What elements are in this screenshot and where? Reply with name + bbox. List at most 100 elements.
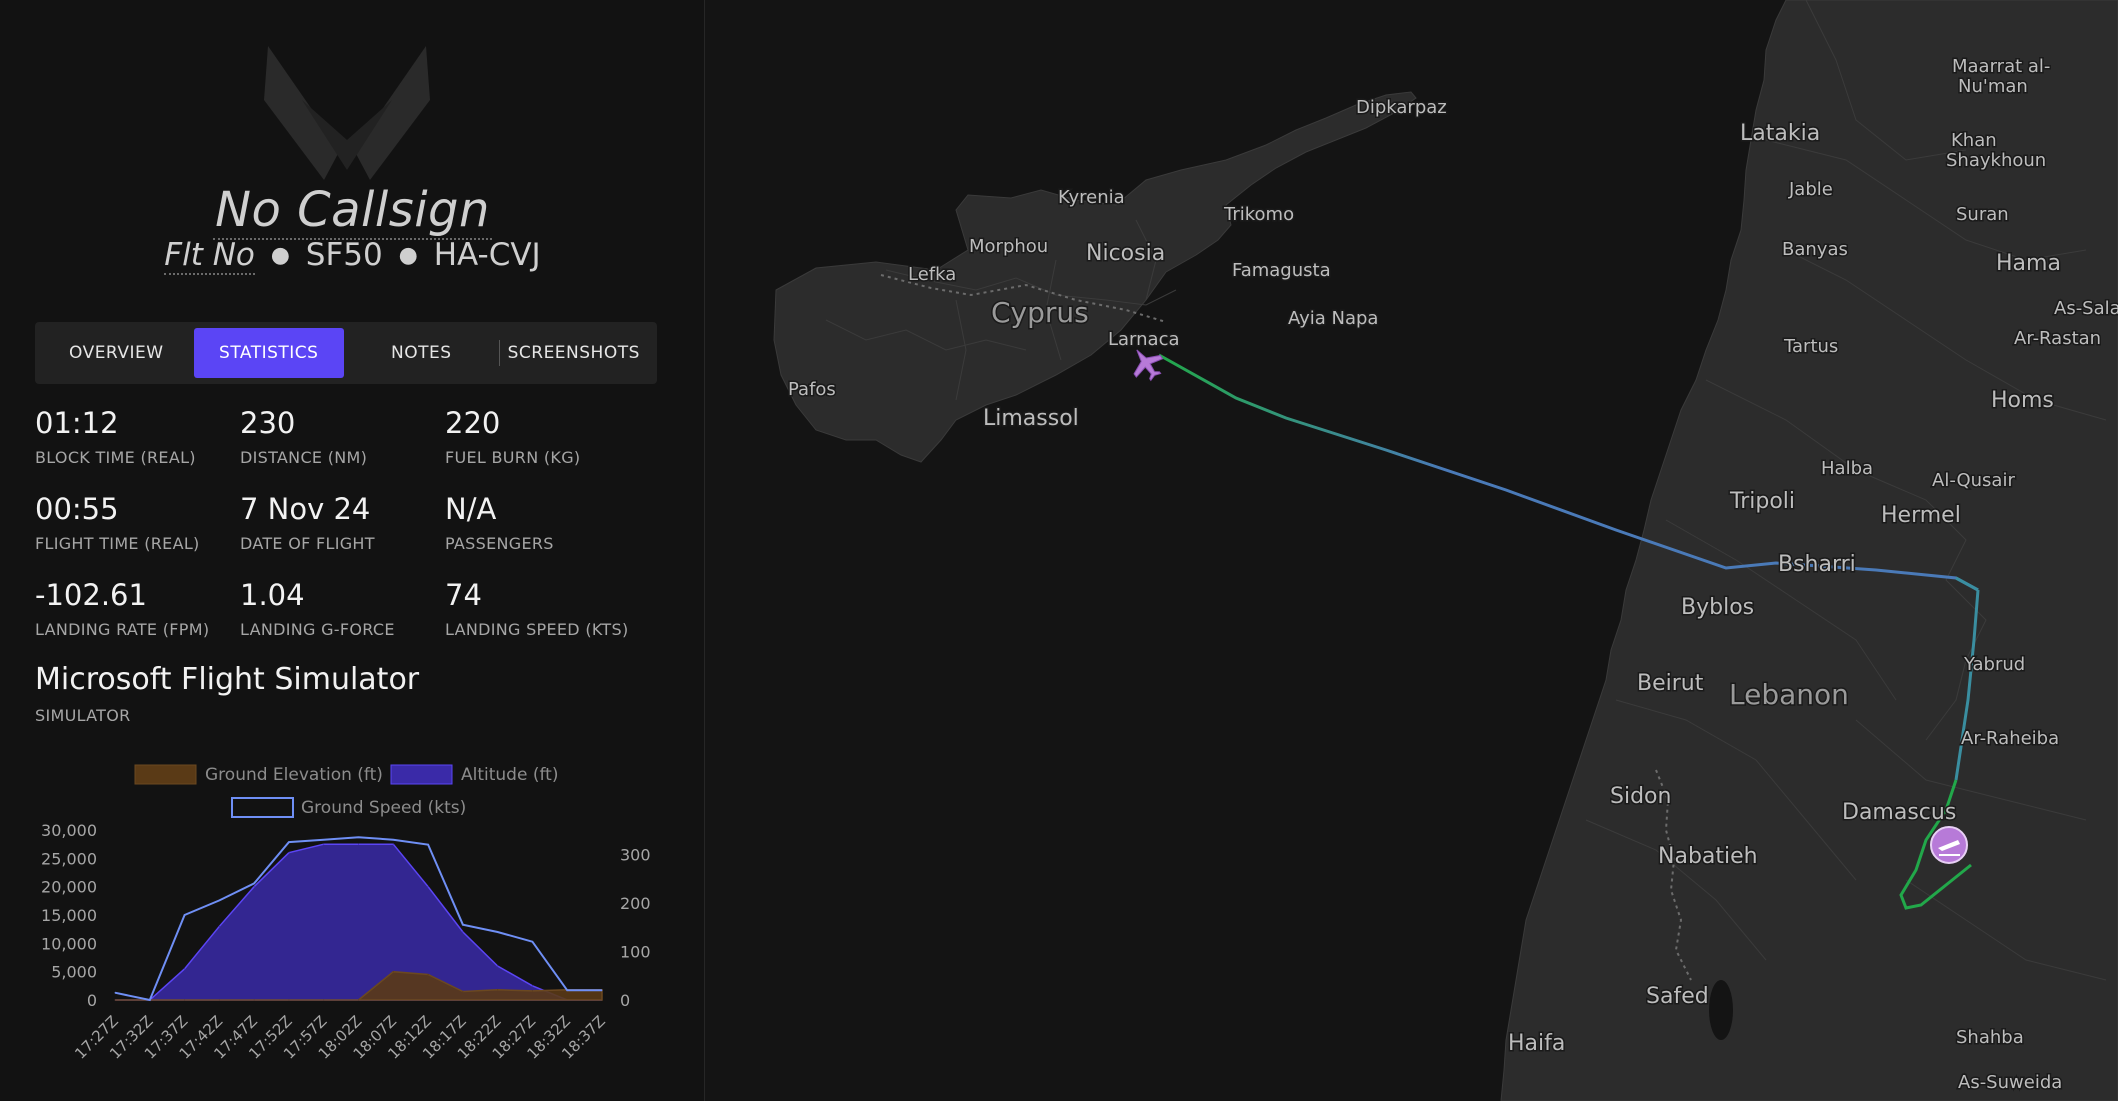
y-left-tick-label: 20,000 [41, 878, 97, 897]
flight-subtitle: Flt No ● SF50 ● HA-CVJ [0, 237, 705, 275]
chart-point [288, 841, 290, 843]
chart-point [114, 999, 116, 1001]
chart-point [218, 999, 220, 1001]
stat-landing-speed: 74 LANDING SPEED (KTS) [445, 578, 628, 639]
chart-point [531, 990, 533, 992]
map-label: Nu'man [1958, 76, 2028, 97]
map-label: Lefka [908, 264, 956, 285]
chart-point [462, 991, 464, 992]
stat-distance: 230 DISTANCE (NM) [240, 406, 367, 467]
chart-point [184, 968, 186, 970]
y-right-tick-label: 200 [620, 894, 651, 913]
arrival-airport-marker-icon[interactable] [1930, 826, 1968, 864]
map-label: Al-Qusair [1932, 470, 2015, 491]
map-label: Nabatieh [1658, 844, 1758, 869]
chart-point [531, 941, 533, 943]
stat-label: LANDING SPEED (KTS) [445, 620, 629, 639]
map-label: Dipkarpaz [1356, 97, 1447, 118]
map-label: Haifa [1508, 1031, 1565, 1056]
map-label: As-Sala [2054, 298, 2118, 319]
map-label: Larnaca [1108, 329, 1180, 350]
stat-value: 01:12 [35, 406, 119, 440]
stat-label: DISTANCE (NM) [240, 448, 368, 467]
tab-notes[interactable]: NOTES [346, 328, 497, 378]
aircraft-registration: HA-CVJ [433, 237, 541, 273]
map-label: Bsharri [1778, 552, 1856, 577]
map-label: Damascus [1842, 800, 1956, 825]
map-label: Suran [1956, 204, 2009, 225]
chart-point [253, 882, 255, 884]
tab-screenshots-label: SCREENSHOTS [507, 343, 640, 363]
stat-value: 220 [445, 406, 501, 440]
chart-point [358, 999, 359, 1001]
stat-label: DATE OF FLIGHT [240, 534, 375, 553]
map-label: Shaykhoun [1946, 150, 2046, 171]
sea-of-galilee [1709, 980, 1733, 1040]
stat-value: 74 [445, 578, 482, 612]
legend-label-altitude[interactable]: Altitude (ft) [461, 765, 558, 785]
legend-swatch-altitude[interactable] [390, 764, 453, 785]
chart-point [253, 886, 255, 888]
map-label: Hama [1996, 251, 2061, 276]
legend-label-ground-speed[interactable]: Ground Speed (kts) [301, 798, 466, 818]
chart-point [427, 886, 429, 888]
map-label: Ayia Napa [1288, 308, 1378, 329]
chart-point [358, 836, 359, 838]
flight-details-panel: No Callsign Flt No ● SF50 ● HA-CVJ OVERV… [0, 0, 705, 1101]
flight-profile-chart: Ground Elevation (ft) Altitude (ft) Grou… [41, 764, 651, 1063]
chart-point [149, 999, 151, 1001]
stat-block-time: 01:12 BLOCK TIME (REAL) [35, 406, 196, 467]
map-label: Sidon [1610, 784, 1671, 809]
stat-landing-g-force: 1.04 LANDING G-FORCE [240, 578, 395, 639]
legend-swatch-ground-elevation[interactable] [134, 764, 197, 785]
y-right-tick-label: 0 [620, 991, 630, 1010]
map-label: Tartus [1783, 336, 1838, 357]
callsign-title[interactable]: No Callsign [0, 182, 705, 240]
map-label: Cyprus [991, 296, 1089, 329]
map-label: Tripoli [1729, 489, 1795, 514]
y-left-tick-label: 25,000 [41, 849, 97, 868]
chart-point [323, 839, 325, 841]
stat-label: LANDING RATE (FPM) [35, 620, 210, 639]
chart-point [427, 974, 429, 975]
chart-point [462, 931, 464, 933]
y-left-tick-label: 5,000 [51, 963, 97, 982]
y-right-tick-label: 300 [620, 845, 651, 864]
flight-route-map[interactable]: Dipkarpaz Kyrenia Trikomo Morphou Nicosia Fam… [706, 0, 2118, 1101]
flight-tabs: OVERVIEW STATISTICS NOTES SCREENSHOTS [35, 322, 657, 384]
chart-point [323, 999, 325, 1001]
chart-point [358, 843, 359, 845]
simulator-name: Microsoft Flight Simulator [35, 662, 420, 697]
airline-logo-icon [264, 46, 430, 180]
tab-statistics[interactable]: STATISTICS [193, 328, 344, 378]
legend-swatch-ground-speed[interactable] [231, 797, 294, 818]
map-label: Halba [1821, 458, 1873, 479]
map-label: Morphou [969, 236, 1048, 257]
map-label: Famagusta [1232, 260, 1331, 281]
stat-label: FLIGHT TIME (REAL) [35, 534, 200, 553]
map-label: Homs [1991, 388, 2054, 413]
stat-fuel-burn: 220 FUEL BURN (KG) [445, 406, 580, 467]
map-label: Byblos [1681, 595, 1754, 620]
chart-point [218, 925, 220, 927]
chart-point [288, 852, 290, 854]
tab-screenshots[interactable]: SCREENSHOTS [498, 328, 650, 378]
chart-point [184, 914, 186, 916]
chart-point [218, 899, 220, 901]
map-label: Ar-Raheiba [1961, 728, 2059, 749]
flight-number[interactable]: Flt No [164, 237, 255, 275]
y-left-tick-label: 15,000 [41, 906, 97, 925]
stat-label: PASSENGERS [445, 534, 554, 553]
stat-landing-rate: -102.61 LANDING RATE (FPM) [35, 578, 209, 639]
map-label: Trikomo [1223, 204, 1294, 225]
y-left-tick-label: 30,000 [41, 821, 97, 840]
simulator-label: SIMULATOR [35, 706, 131, 725]
chart-point [427, 844, 429, 846]
tab-overview[interactable]: OVERVIEW [41, 328, 192, 378]
chart-point [531, 985, 533, 987]
legend-label-ground-elevation[interactable]: Ground Elevation (ft) [205, 765, 383, 785]
stat-label: BLOCK TIME (REAL) [35, 448, 196, 467]
stat-value: 00:55 [35, 492, 119, 526]
map-label: Yabrud [1963, 654, 2025, 675]
aircraft-type: SF50 [305, 237, 383, 273]
